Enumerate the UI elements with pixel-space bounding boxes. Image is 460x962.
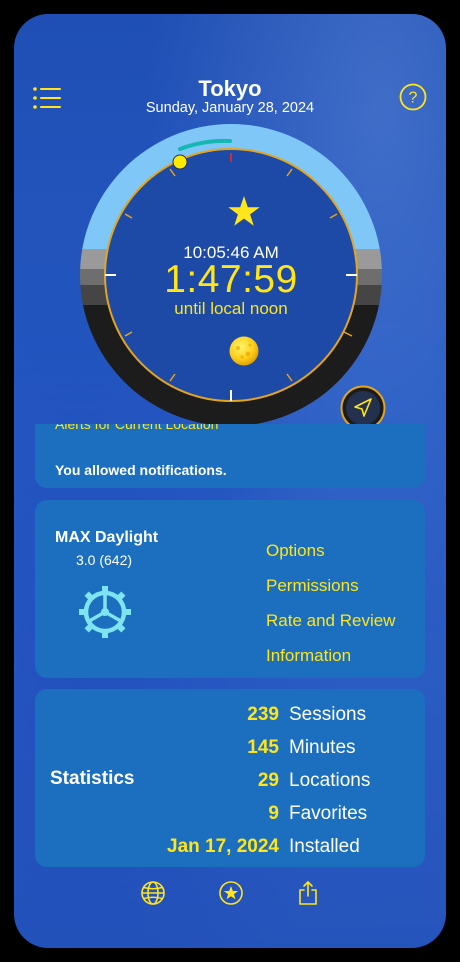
star-circle-icon[interactable] [218, 880, 244, 906]
stat-label: Minutes [289, 737, 356, 758]
notification-status: You allowed notifications. [55, 462, 227, 478]
stat-value: 9 [268, 803, 279, 824]
svg-text:?: ? [409, 90, 418, 107]
app-name: MAX Daylight [55, 529, 159, 546]
notifications-card: Alerts for Current Location You allowed … [35, 424, 425, 488]
noon-countdown: 1:47:59 [164, 258, 298, 301]
stat-value: 239 [247, 704, 279, 725]
stat-label: Sessions [289, 704, 367, 725]
stat-value: 145 [247, 737, 279, 758]
daylight-dial: 10:05:46 AM 1:47:59 until local noon [80, 124, 382, 426]
rate-review-link[interactable]: Rate and Review [266, 611, 395, 631]
city-title: Tokyo [198, 76, 262, 101]
app-screen: Tokyo Sunday, January 28, 2024 ? 10:05:4… [14, 14, 446, 948]
app-info-card: MAX Daylight 3.0 (642) Options Permissio… [35, 500, 425, 678]
help-icon[interactable]: ? [399, 83, 427, 111]
globe-icon[interactable] [140, 880, 166, 906]
share-icon[interactable] [295, 880, 321, 906]
information-link[interactable]: Information [266, 646, 351, 666]
clipped-row: Alerts for Current Location [35, 424, 425, 437]
statistics-title: Statistics [50, 768, 135, 789]
stat-label: Installed [289, 836, 360, 857]
permissions-link[interactable]: Permissions [266, 576, 359, 596]
countdown-label: until local noon [174, 299, 288, 318]
app-version: 3.0 (642) [76, 552, 133, 568]
options-link[interactable]: Options [266, 541, 325, 561]
stat-value: 29 [257, 770, 279, 791]
stat-label: Favorites [289, 803, 368, 824]
date-label: Sunday, January 28, 2024 [145, 100, 315, 116]
sun-icon [229, 336, 259, 366]
alerts-link[interactable]: Alerts for Current Location [55, 424, 218, 432]
stat-value: Jan 17, 2024 [167, 836, 279, 857]
gear-icon [79, 586, 131, 638]
stat-label: Locations [289, 770, 371, 791]
statistics-card: Statistics 239 Sessions 145 Minutes 29 L… [35, 689, 425, 867]
